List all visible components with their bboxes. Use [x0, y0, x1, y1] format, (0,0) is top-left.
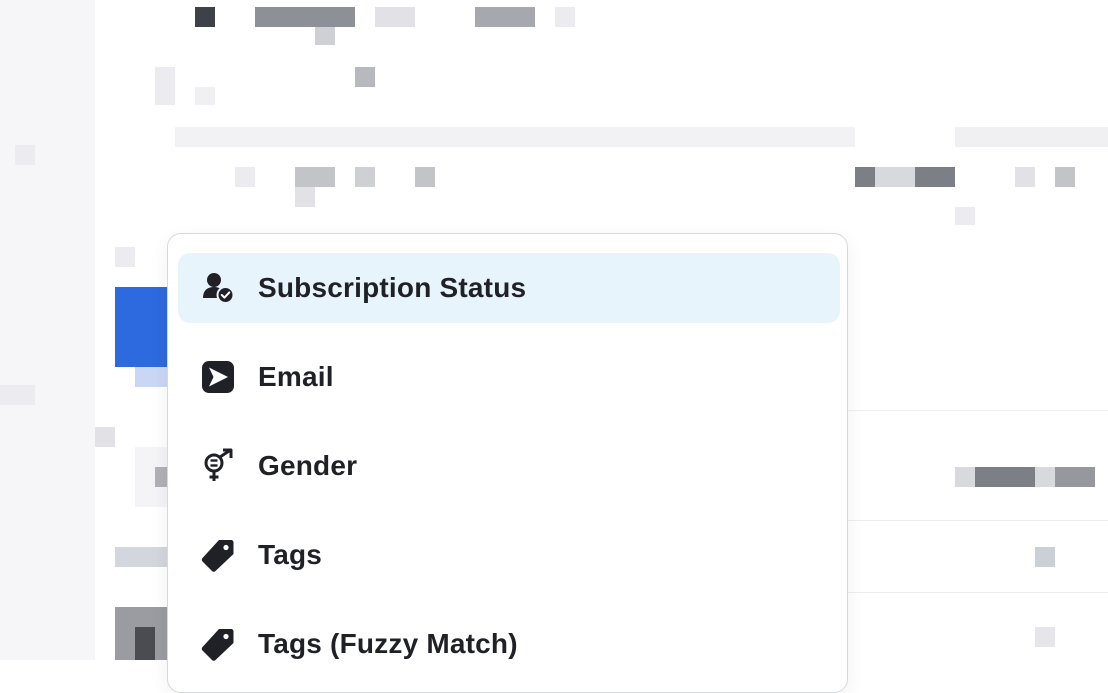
- header-blur: [475, 7, 535, 27]
- row-blur: [1055, 467, 1095, 487]
- header-blur: [295, 167, 335, 187]
- header-blur: [355, 67, 375, 87]
- list-blur: [95, 427, 115, 447]
- header-blur: [235, 167, 255, 187]
- header-blur: [175, 127, 855, 147]
- header-blur: [195, 7, 215, 27]
- send-icon: [200, 359, 236, 395]
- header-blur: [295, 187, 315, 207]
- row-blur: [975, 467, 1035, 487]
- blue-accent-blur: [135, 367, 167, 387]
- tag-icon: [200, 626, 236, 662]
- menu-item-label: Tags (Fuzzy Match): [258, 628, 518, 659]
- tag-icon: [200, 537, 236, 573]
- menu-item-subscription-status[interactable]: Subscription Status: [178, 253, 840, 323]
- header-blur: [375, 7, 415, 27]
- user-check-icon: [200, 270, 236, 306]
- menu-item-label: Gender: [258, 450, 358, 481]
- menu-item-tags[interactable]: Tags: [178, 520, 840, 590]
- header-blur: [1055, 167, 1075, 187]
- sidebar-blur: [115, 247, 135, 267]
- menu-item-tags-fuzzy-match[interactable]: Tags (Fuzzy Match): [178, 609, 840, 679]
- header-blur: [1015, 167, 1035, 187]
- header-blur: [315, 27, 335, 45]
- blue-accent-block: [115, 287, 167, 367]
- row-divider: [848, 592, 1108, 593]
- header-blur: [155, 67, 175, 105]
- gender-icon: [200, 448, 236, 484]
- filter-field-dropdown: Subscription Status Email Gender Tags Ta…: [167, 233, 848, 693]
- header-blur: [555, 7, 575, 27]
- sidebar-blur: [15, 145, 35, 165]
- header-blur: [195, 87, 215, 105]
- list-blur: [135, 627, 155, 660]
- menu-item-email[interactable]: Email: [178, 342, 840, 412]
- sidebar-blur: [0, 385, 35, 405]
- menu-item-label: Email: [258, 361, 334, 392]
- menu-item-gender[interactable]: Gender: [178, 431, 840, 501]
- row-divider: [848, 520, 1108, 521]
- list-blur: [115, 547, 167, 567]
- menu-item-label: Tags: [258, 539, 323, 570]
- header-blur: [875, 167, 915, 187]
- header-blur: [415, 167, 435, 187]
- list-blur: [155, 467, 167, 487]
- row-blur: [1035, 547, 1055, 567]
- header-blur: [955, 127, 1108, 147]
- header-blur: [955, 207, 975, 225]
- menu-item-label: Subscription Status: [258, 272, 527, 303]
- row-blur: [1035, 627, 1055, 647]
- header-blur: [355, 167, 375, 187]
- row-divider: [848, 410, 1108, 411]
- sidebar-blur: [0, 0, 95, 660]
- header-blur: [255, 7, 355, 27]
